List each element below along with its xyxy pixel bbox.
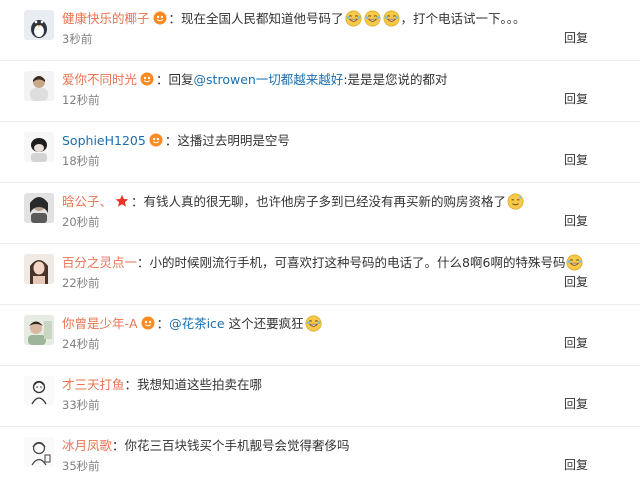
reply-button[interactable]: 回复	[564, 213, 588, 229]
comment-item: 你曾是少年-A ：@花茶ice 这个还要疯狂 24秒前 回复	[0, 305, 640, 366]
comment-item: 健康快乐的椰子 ：现在全国人民都知道他号码了 ，打个电话试一下。。。 3秒前 回复	[0, 0, 640, 61]
comment-item: 冰月凤歌：你花三百块钱买个手机靓号会觉得奢侈吗 35秒前 回复	[0, 427, 640, 488]
timestamp: 12秒前	[62, 93, 100, 107]
laugh-emoji-icon	[345, 10, 362, 27]
timestamp: 24秒前	[62, 337, 100, 351]
comment-text: 这个还要疯狂	[228, 316, 304, 331]
colon: ：	[164, 133, 178, 148]
timestamp: 33秒前	[62, 398, 100, 412]
avatar[interactable]	[24, 437, 54, 467]
colon: ：	[156, 72, 169, 87]
sweat-smile-emoji-icon	[507, 193, 524, 210]
laugh-emoji-icon	[383, 10, 400, 27]
reply-button[interactable]: 回复	[564, 152, 588, 168]
colon: ：	[156, 316, 170, 331]
comment-text: 小的时候刚流行手机，可喜欢打这种号码的电话了。什么8啊6啊的特殊号码	[149, 255, 566, 270]
reply-button[interactable]: 回复	[564, 335, 588, 351]
vip-badge-icon	[140, 72, 154, 86]
username[interactable]: 才三天打鱼	[62, 377, 125, 392]
avatar[interactable]	[24, 71, 54, 101]
vip-badge-icon	[149, 133, 163, 147]
username[interactable]: 晗公子、	[62, 194, 112, 209]
reply-button[interactable]: 回复	[564, 30, 588, 46]
mention-link[interactable]: @strowen一切都越来越好	[194, 72, 344, 87]
comment-text: ，打个电话试一下。。。	[400, 11, 526, 26]
username[interactable]: 爱你不同时光	[62, 72, 137, 87]
timestamp: 35秒前	[62, 459, 100, 473]
laugh-emoji-icon	[566, 254, 583, 271]
star-badge-icon	[115, 194, 129, 207]
colon: ：	[112, 438, 125, 453]
vip-badge-icon	[153, 11, 167, 25]
colon: ：	[137, 255, 150, 270]
avatar[interactable]	[24, 193, 54, 223]
reply-button[interactable]: 回复	[564, 396, 588, 412]
avatar[interactable]	[24, 376, 54, 406]
timestamp: 3秒前	[62, 32, 93, 46]
comment-item: 百分之灵点一：小的时候刚流行手机，可喜欢打这种号码的电话了。什么8啊6啊的特殊号…	[0, 244, 640, 305]
avatar[interactable]	[24, 132, 54, 162]
comment-item: SophieH1205 ：这播过去明明是空号 18秒前 回复	[0, 122, 640, 183]
colon: ：	[168, 11, 182, 26]
reply-prefix: 回复	[168, 72, 194, 87]
comment-item: 爱你不同时光 ：回复@strowen一切都越来越好:是是是您说的都对 12秒前 回…	[0, 61, 640, 122]
comment-text: 有钱人真的很无聊，也许他房子多到已经没有再买新的购房资格了	[143, 194, 507, 209]
avatar[interactable]	[24, 315, 54, 345]
reply-button[interactable]: 回复	[564, 457, 588, 473]
comment-text: 这播过去明明是空号	[177, 133, 290, 148]
username[interactable]: 冰月凤歌	[62, 438, 112, 453]
username[interactable]: 你曾是少年-A	[62, 316, 138, 331]
laugh-emoji-icon	[364, 10, 381, 27]
comment-item: 才三天打鱼：我想知道这些拍卖在哪 33秒前 回复	[0, 366, 640, 427]
colon: ：	[124, 377, 138, 392]
comment-text: :是是是您说的都对	[343, 72, 448, 87]
reply-button[interactable]: 回复	[564, 274, 588, 290]
comment-text: 我想知道这些拍卖在哪	[137, 377, 263, 392]
avatar[interactable]	[24, 254, 54, 284]
comment-text: 现在全国人民都知道他号码了	[181, 11, 344, 26]
timestamp: 20秒前	[62, 215, 100, 229]
timestamp: 22秒前	[62, 276, 100, 290]
timestamp: 18秒前	[62, 154, 100, 168]
vip-badge-icon	[141, 316, 155, 330]
comment-item: 晗公子、 ：有钱人真的很无聊，也许他房子多到已经没有再买新的购房资格了 20秒前 …	[0, 183, 640, 244]
comment-list: 健康快乐的椰子 ：现在全国人民都知道他号码了 ，打个电话试一下。。。 3秒前 回复 …	[0, 0, 640, 497]
username[interactable]: SophieH1205	[62, 133, 146, 148]
username[interactable]: 健康快乐的椰子	[62, 11, 150, 26]
reply-button[interactable]: 回复	[564, 91, 588, 107]
username[interactable]: 百分之灵点一	[62, 255, 137, 270]
mention-link[interactable]: @花茶ice	[169, 316, 225, 331]
laugh-emoji-icon	[305, 315, 322, 332]
colon: ：	[131, 194, 144, 209]
avatar[interactable]	[24, 10, 54, 40]
comment-text: 你花三百块钱买个手机靓号会觉得奢侈吗	[124, 438, 350, 453]
